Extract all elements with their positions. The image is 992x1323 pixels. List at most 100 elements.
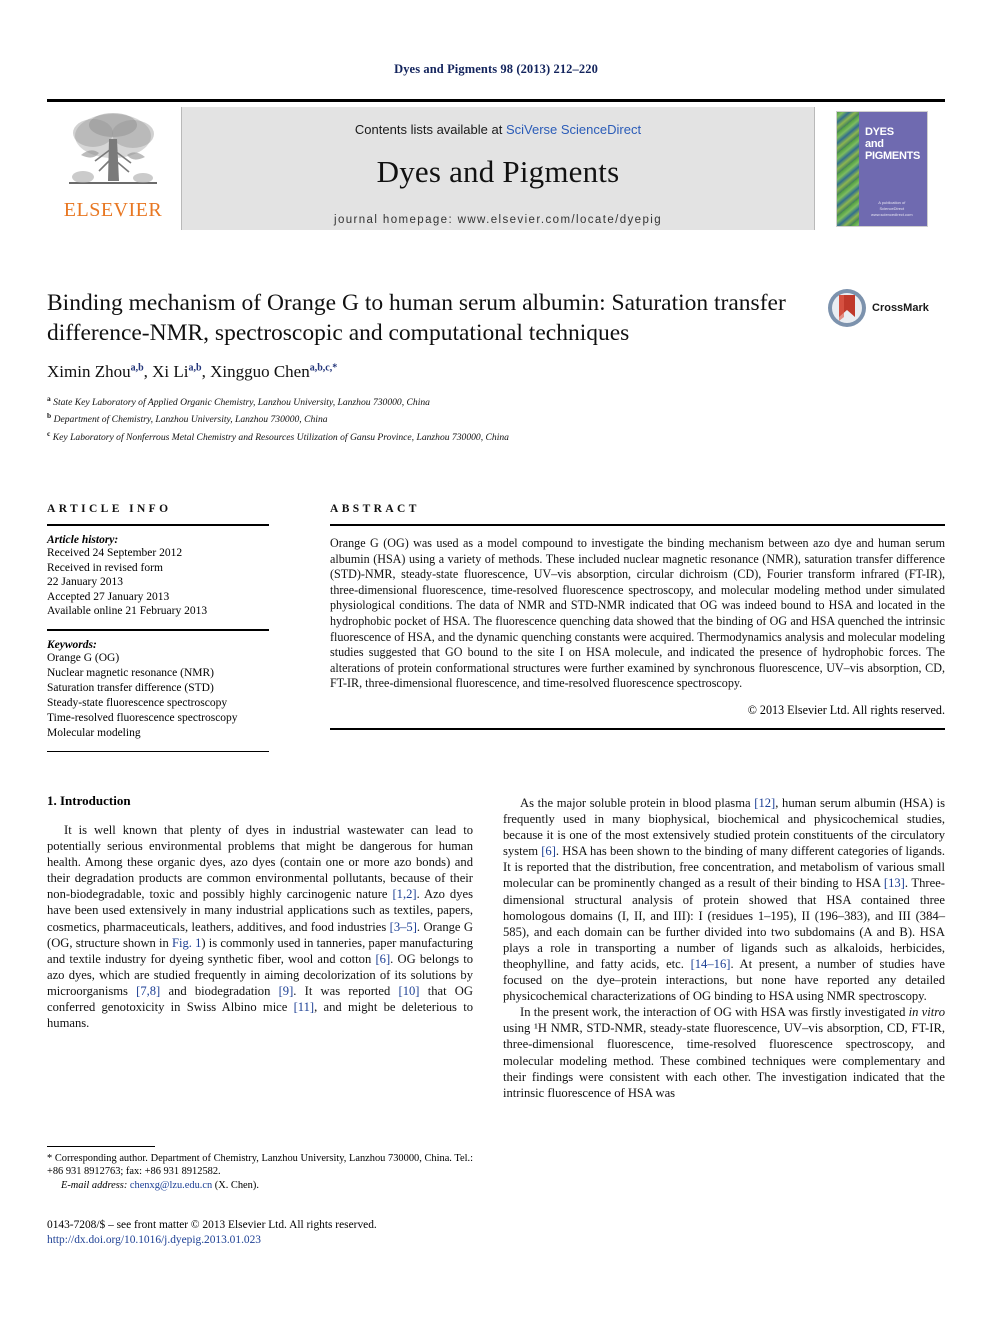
keywords-label: Keywords:: [47, 638, 97, 651]
running-head: Dyes and Pigments 98 (2013) 212–220: [394, 62, 598, 76]
affiliation-list: a State Key Laboratory of Applied Organi…: [47, 392, 945, 444]
author-name-3: Xingguo Chen: [210, 362, 310, 381]
citation-ref[interactable]: [6]: [375, 952, 390, 966]
article-info-panel: ARTICLE INFO Article history: Received 2…: [47, 503, 269, 753]
para-text: and biodegradation: [160, 983, 279, 998]
crossmark-badge[interactable]: CrossMark: [827, 288, 945, 332]
citation-ref[interactable]: [1,2]: [392, 887, 416, 901]
cover-texture-strip: [837, 111, 859, 226]
citation-ref[interactable]: [10]: [399, 984, 420, 998]
page-title: Binding mechanism of Orange G to human s…: [47, 290, 786, 346]
email-label: E-mail address:: [61, 1179, 128, 1191]
paragraph-intro-1: It is well known that plenty of dyes in …: [47, 822, 473, 1031]
elsevier-tree-icon: [69, 113, 157, 184]
doi-link[interactable]: http://dx.doi.org/10.1016/j.dyepig.2013.…: [47, 1233, 497, 1248]
article-history-item: Available online 21 February 2013: [47, 605, 208, 618]
article-history-item: Received 24 September 2012: [47, 547, 183, 559]
abstract-text: Orange G (OG) was used as a model compou…: [330, 536, 945, 691]
affiliation-item: a State Key Laboratory of Applied Organi…: [47, 392, 945, 409]
journal-banner: Contents lists available at SciVerse Sci…: [181, 107, 815, 230]
keyword-item: Orange G (OG): [47, 651, 120, 664]
section-heading-introduction: 1. Introduction: [47, 793, 131, 808]
keyword-item: Saturation transfer difference (STD): [47, 681, 214, 694]
citation-ref[interactable]: [3–5]: [390, 920, 417, 934]
body-column-right: As the major soluble protein in blood pl…: [503, 795, 945, 1101]
email-link[interactable]: chenxg@lzu.edu.cn: [130, 1180, 212, 1191]
cover-title-text: DYES and PIGMENTS: [865, 126, 920, 162]
footnote-text: Corresponding author. Department of Chem…: [47, 1153, 473, 1178]
para-text: using ¹H NMR, STD-NMR, steady-state fluo…: [503, 1021, 945, 1100]
imprint-block: 0143-7208/$ – see front matter © 2013 El…: [47, 1218, 497, 1248]
abstract-rule-top: [330, 524, 945, 526]
keyword-item: Steady-state fluorescence spectroscopy: [47, 696, 228, 709]
crossmark-label: CrossMark: [872, 302, 929, 314]
citation-ref[interactable]: [12]: [754, 796, 775, 810]
citation-ref[interactable]: [9]: [279, 984, 294, 998]
cover-line-3: PIGMENTS: [865, 149, 921, 162]
affiliation-text: State Key Laboratory of Applied Organic …: [53, 397, 430, 409]
cover-line-1: DYES: [865, 125, 894, 138]
corresponding-author-footnote: * Corresponding author. Department of Ch…: [47, 1152, 473, 1192]
journal-title: Dyes and Pigments: [376, 154, 620, 189]
article-info-rule-bottom: [47, 750, 269, 753]
article-history-label: Article history:: [47, 534, 119, 546]
figure-ref[interactable]: Fig. 1: [172, 936, 201, 950]
affiliation-mark: b: [47, 411, 52, 421]
elsevier-wordmark: ELSEVIER: [63, 199, 163, 221]
article-info-rule-mid: [47, 628, 269, 631]
body-column-left: 1. Introduction It is well known that pl…: [47, 793, 473, 1031]
sciencedirect-link[interactable]: SciVerse ScienceDirect: [506, 122, 641, 137]
cover-artwork: DYES and PIGMENTS A publication of Scien…: [836, 110, 928, 227]
affiliation-mark: c: [47, 428, 51, 438]
journal-masthead: ELSEVIER Contents lists available at Sci…: [47, 99, 945, 230]
citation-ref[interactable]: [13]: [884, 876, 905, 890]
article-history-item: 22 January 2013: [47, 576, 124, 589]
contents-prefix: Contents lists available at: [354, 122, 506, 137]
abstract-panel: ABSTRACT Orange G (OG) was used as a mod…: [330, 503, 945, 730]
affiliation-item: b Department of Chemistry, Lanzhou Unive…: [47, 409, 945, 426]
affiliation-text: Key Laboratory of Nonferrous Metal Chemi…: [52, 431, 509, 443]
author-marks-2: a,b: [188, 362, 202, 374]
keyword-item: Nuclear magnetic resonance (NMR): [47, 666, 214, 679]
para-emphasis: in vitro: [908, 1005, 946, 1020]
author-list: Ximin Zhoua,b, Xi Lia,b, Xingguo Chena,b…: [47, 362, 338, 381]
citation-ref[interactable]: [6]: [541, 844, 556, 858]
citation-ref[interactable]: [11]: [294, 1000, 315, 1014]
citation-ref[interactable]: [14–16]: [691, 957, 731, 971]
affiliation-mark: a: [47, 394, 51, 403]
keyword-item: Molecular modeling: [47, 726, 141, 739]
contents-available-line: Contents lists available at SciVerse Sci…: [182, 107, 814, 137]
abstract-rule-bottom: [330, 727, 945, 730]
author-marks-1: a,b: [130, 362, 144, 374]
article-info-rule-top: [47, 524, 269, 526]
elsevier-logo: ELSEVIER: [47, 107, 179, 230]
para-text: In the present work, the interaction of …: [520, 1005, 909, 1020]
title-block: CrossMark Binding mechanism of Orange G …: [47, 288, 945, 444]
author-name-1: Ximin Zhou: [47, 362, 131, 381]
abstract-heading: ABSTRACT: [330, 503, 420, 515]
email-line: E-mail address: chenxg@lzu.edu.cn (X. Ch…: [47, 1179, 473, 1192]
affiliation-text: Department of Chemistry, Lanzhou Univers…: [53, 414, 328, 426]
citation-ref[interactable]: [7,8]: [136, 984, 160, 998]
paragraph-hsa-1: As the major soluble protein in blood pl…: [503, 795, 945, 1004]
author-name-2: Xi Li: [152, 362, 189, 381]
masthead-top-rule: [47, 99, 945, 102]
paragraph-present-work: In the present work, the interaction of …: [503, 1004, 945, 1101]
email-suffix: (X. Chen).: [212, 1179, 259, 1191]
para-text: As the major soluble protein in blood pl…: [520, 796, 755, 810]
cover-line-2: and: [865, 137, 884, 150]
abstract-copyright: © 2013 Elsevier Ltd. All rights reserved…: [747, 702, 945, 717]
para-text: . It was reported: [293, 983, 399, 998]
journal-homepage-link[interactable]: journal homepage: www.elsevier.com/locat…: [182, 190, 814, 226]
keyword-item: Time-resolved fluorescence spectroscopy: [47, 711, 238, 724]
journal-cover-thumbnail: DYES and PIGMENTS A publication of Scien…: [819, 107, 945, 230]
para-text: . HSA has been shown to the binding of m…: [503, 844, 945, 891]
footnote-divider: [47, 1146, 155, 1147]
crossmark-icon: [828, 289, 866, 327]
author-marks-3: a,b,c,*: [309, 362, 338, 374]
issn-line: 0143-7208/$ – see front matter © 2013 El…: [47, 1219, 377, 1231]
article-history-item: Accepted 27 January 2013: [47, 590, 170, 603]
article-history-item: Received in revised form: [47, 561, 163, 574]
cover-footer-line-3: www.sciencedirect.com: [871, 211, 913, 217]
affiliation-item: c Key Laboratory of Nonferrous Metal Che…: [47, 427, 945, 444]
